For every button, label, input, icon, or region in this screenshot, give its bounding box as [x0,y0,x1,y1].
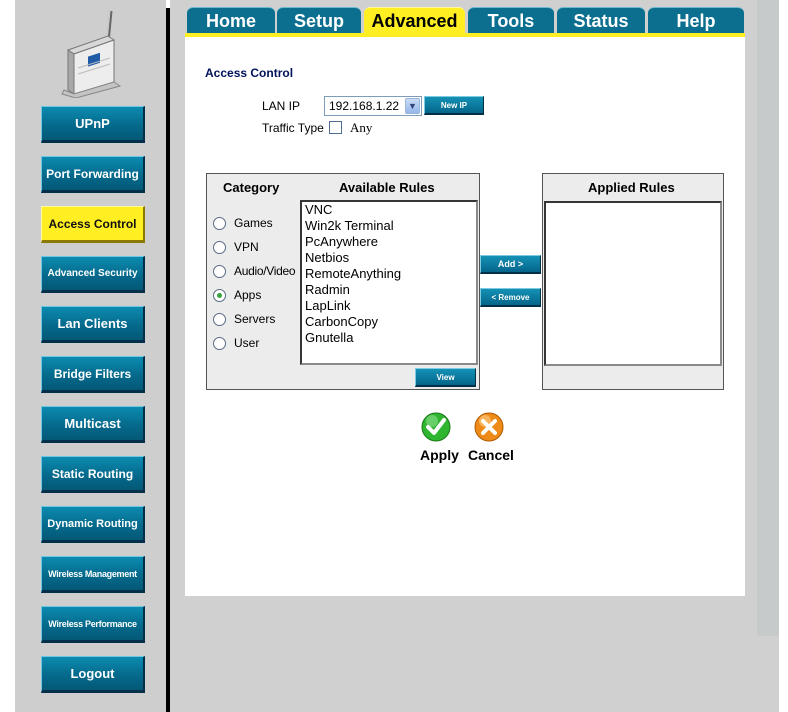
available-rules-list[interactable]: VNC Win2k Terminal PcAnywhere Netbios Re… [300,200,478,365]
list-item[interactable]: Netbios [305,250,476,266]
sidebar-item-upnp[interactable]: UPnP [41,106,145,143]
list-item[interactable]: CarbonCopy [305,314,476,330]
category-audio-video[interactable]: Audio/Video [213,263,296,279]
category-label: User [234,336,260,350]
tab-setup[interactable]: Setup [277,7,361,34]
category-apps[interactable]: Apps [213,287,261,303]
category-label: Audio/Video [234,264,296,278]
view-button[interactable]: View [415,368,476,387]
tab-home[interactable]: Home [187,7,275,34]
sidebar-item-lan-clients[interactable]: Lan Clients [41,306,145,343]
radio-button-selected[interactable] [213,288,226,302]
traffic-type-label: Traffic Type [262,121,324,135]
list-item[interactable]: LapLink [305,298,476,314]
radio-button[interactable] [213,336,226,350]
category-servers[interactable]: Servers [213,311,275,327]
list-item[interactable]: Win2k Terminal [305,218,476,234]
category-label: Apps [234,288,262,302]
radio-button[interactable] [213,264,226,278]
traffic-any-checkbox[interactable] [329,121,342,134]
sidebar-item-dynamic-routing[interactable]: Dynamic Routing [41,506,145,543]
available-rules-header: Available Rules [339,180,435,195]
lan-ip-value: 192.168.1.22 [329,99,400,113]
right-edge-strip [757,0,779,636]
tab-status[interactable]: Status [557,7,645,34]
category-label: Games [234,216,273,230]
list-item[interactable]: Radmin [305,282,476,298]
category-header: Category [223,180,280,195]
category-label: VPN [234,240,259,254]
applied-rules-header: Applied Rules [588,180,675,195]
sidebar-item-advanced-security[interactable]: Advanced Security [41,256,145,293]
chevron-down-icon[interactable]: ▼ [405,98,420,114]
tab-help[interactable]: Help [648,7,744,34]
sidebar-item-logout[interactable]: Logout [41,656,145,693]
applied-rules-list[interactable] [544,201,722,366]
radio-selected-dot [217,292,222,298]
sidebar-item-wireless-performance[interactable]: Wireless Performance [41,606,145,643]
radio-button[interactable] [213,240,226,254]
lan-ip-label: LAN IP [262,99,301,113]
sidebar-item-wireless-management[interactable]: Wireless Management [41,556,145,593]
tab-tools[interactable]: Tools [468,7,554,34]
category-user[interactable]: User [213,335,259,351]
new-ip-button[interactable]: New IP [424,96,484,115]
router-admin-page: UPnP Port Forwarding Access Control Adva… [0,0,788,712]
category-games[interactable]: Games [213,215,273,231]
list-item[interactable]: Gnutella [305,330,476,346]
add-rule-button[interactable]: Add > [480,255,541,274]
traffic-any-label: Any [350,120,373,135]
sidebar-item-bridge-filters[interactable]: Bridge Filters [41,356,145,393]
sidebar-item-multicast[interactable]: Multicast [41,406,145,443]
list-item[interactable]: PcAnywhere [305,234,476,250]
list-item[interactable]: RemoteAnything [305,266,476,282]
cross-icon[interactable] [474,412,504,442]
sidebar-item-port-forwarding[interactable]: Port Forwarding [41,156,145,193]
category-vpn[interactable]: VPN [213,239,259,255]
list-item[interactable]: VNC [305,202,476,218]
sidebar-item-access-control[interactable]: Access Control [41,206,145,243]
category-label: Servers [234,312,276,326]
router-device-icon [61,10,122,98]
apply-button[interactable]: Apply [420,447,459,463]
sidebar-item-static-routing[interactable]: Static Routing [41,456,145,493]
page-title: Access Control [205,66,294,80]
cancel-button[interactable]: Cancel [468,447,514,463]
remove-rule-button[interactable]: < Remove [480,288,541,307]
right-margin [779,0,788,712]
radio-button[interactable] [213,312,226,326]
radio-button[interactable] [213,216,226,230]
lan-ip-select[interactable]: 192.168.1.22 ▼ [324,96,422,116]
checkmark-icon[interactable] [421,412,451,442]
tab-advanced[interactable]: Advanced [364,7,465,34]
